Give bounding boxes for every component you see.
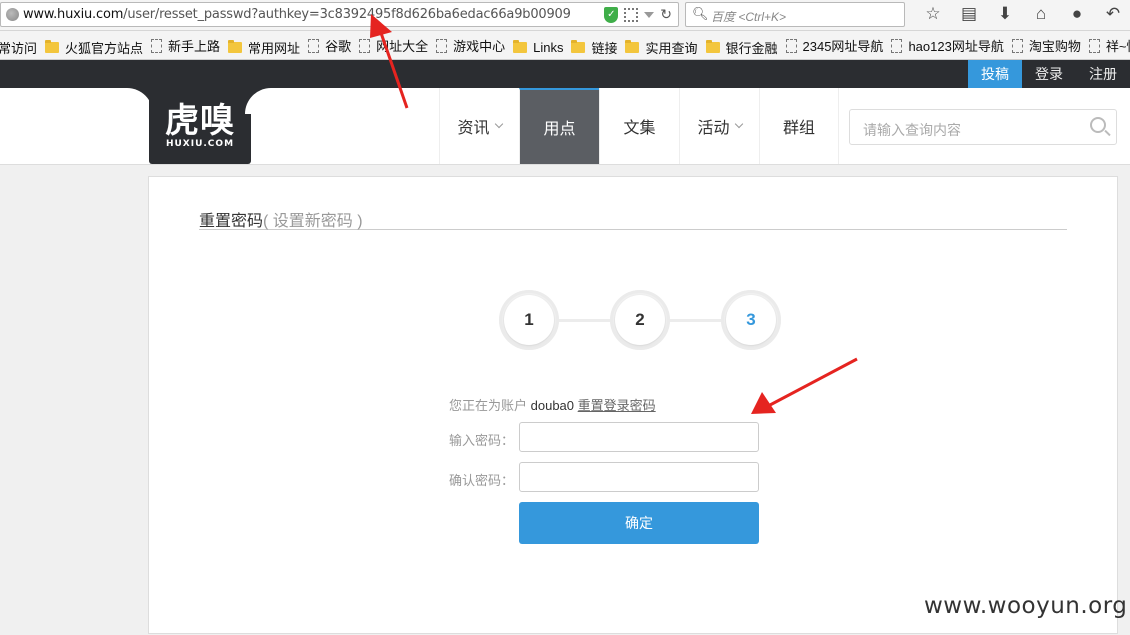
bookmark-label: Links: [533, 39, 564, 55]
folder-icon: [228, 39, 243, 53]
main-nav: 资讯 用点 文集 活动 群组: [439, 88, 839, 164]
qr-code-icon[interactable]: [624, 7, 639, 22]
search-icon[interactable]: [1090, 117, 1106, 133]
nav-item-events[interactable]: 活动: [679, 88, 759, 164]
step-connector: [669, 319, 723, 322]
home-icon[interactable]: ⌂: [1023, 3, 1059, 27]
bookmark-label: 淘宝购物: [1028, 39, 1081, 54]
browser-toolbar: www.huxiu.com/user/resset_passwd?authkey…: [0, 0, 1130, 31]
shield-icon[interactable]: ✓: [604, 6, 619, 23]
page-subtitle: ( 设置新密码 ): [263, 213, 363, 230]
submit-button[interactable]: 确定: [519, 502, 759, 544]
site-logo[interactable]: 虎嗅 HUXIU.COM: [123, 88, 275, 165]
confirm-password-input[interactable]: [519, 462, 759, 492]
bookmark-item[interactable]: 网址大全: [359, 31, 429, 59]
logo-text: 虎嗅: [165, 101, 235, 141]
account-name: douba0: [530, 398, 575, 413]
reset-password-card: 重置密码( 设置新密码 ) 1 2 3 您正在为账户 douba0 重置登录密码…: [148, 176, 1118, 634]
chevron-down-icon: [494, 119, 503, 129]
site-header: 虎嗅 HUXIU.COM 资讯 用点 文集 活动 群组 请输入查询内容: [0, 88, 1130, 165]
bookmark-label: 常访问: [0, 40, 38, 56]
nav-item-collections[interactable]: 文集: [599, 88, 679, 164]
step-3: 3: [721, 290, 781, 350]
bookmark-label: 网址大全: [376, 39, 429, 54]
bookmark-item[interactable]: 新手上路: [151, 31, 221, 59]
watermark: www.wooyun.org: [924, 593, 1128, 619]
page-icon: [1011, 38, 1023, 53]
page-icon: [151, 38, 163, 53]
address-bar[interactable]: www.huxiu.com/user/resset_passwd?authkey…: [0, 2, 679, 27]
confirm-password-label: 确认密码：: [449, 473, 515, 488]
folder-icon: [513, 39, 528, 53]
star-icon[interactable]: ☆: [915, 3, 951, 27]
search-icon: 🔍︎: [692, 6, 709, 21]
step-1: 1: [499, 290, 559, 350]
bookmark-item[interactable]: 常用网址: [228, 33, 301, 60]
folder-icon: [45, 39, 60, 53]
bookmark-item[interactable]: 常访问: [0, 33, 38, 60]
password-label: 输入密码：: [449, 433, 515, 448]
bookmark-label: 火狐官方站点: [65, 40, 144, 56]
bookmarks-bar: 常访问 火狐官方站点 新手上路 常用网址 谷歌 网址大全 游戏中心 Links 链接 实用查询 银行…: [0, 31, 1130, 60]
bookmark-label: hao123网址导航: [908, 39, 1004, 54]
browser-search-box[interactable]: 🔍︎ 百度 <Ctrl+K>: [685, 2, 905, 27]
bookmark-item[interactable]: hao123网址导航: [891, 31, 1004, 59]
browser-search-placeholder: 百度 <Ctrl+K>: [711, 10, 787, 24]
page-icon: [359, 38, 371, 53]
nav-item-yongdian[interactable]: 用点: [519, 88, 599, 164]
reset-password-link[interactable]: 重置登录密码: [578, 398, 656, 413]
dropdown-arrow-icon[interactable]: [644, 11, 655, 18]
page-icon: [308, 38, 320, 53]
bookmark-item[interactable]: 银行金融: [705, 33, 778, 60]
bookmark-item[interactable]: 谷歌: [308, 31, 352, 59]
page-icon: [436, 38, 448, 53]
register-link[interactable]: 注册: [1076, 60, 1130, 88]
page-icon: [785, 38, 797, 53]
bookmark-item[interactable]: 祥~怡 [http: [1088, 31, 1130, 59]
bookmark-item[interactable]: Links: [513, 33, 564, 60]
account-notice: 您正在为账户 douba0 重置登录密码: [449, 398, 656, 413]
nav-item-groups[interactable]: 群组: [759, 88, 839, 164]
chat-icon[interactable]: ●: [1059, 3, 1095, 27]
url-text[interactable]: www.huxiu.com/user/resset_passwd?authkey…: [23, 7, 571, 22]
step-2: 2: [610, 290, 670, 350]
site-topbar: 投稿 登录 注册: [0, 60, 1130, 88]
bookmark-label: 实用查询: [645, 40, 698, 56]
globe-icon: [6, 8, 19, 21]
bookmark-label: 祥~怡 [http: [1105, 39, 1130, 54]
reload-icon[interactable]: ↻: [660, 6, 672, 23]
bookmark-label: 银行金融: [725, 40, 778, 56]
site-search-input[interactable]: 请输入查询内容: [849, 109, 1117, 145]
nav-item-news[interactable]: 资讯: [439, 88, 519, 164]
folder-icon: [625, 39, 640, 53]
reading-list-icon[interactable]: ▤: [951, 3, 987, 27]
site-search-placeholder: 请输入查询内容: [863, 122, 961, 138]
bookmark-label: 常用网址: [248, 40, 301, 56]
bookmark-item[interactable]: 游戏中心: [436, 31, 506, 59]
chevron-down-icon: [734, 119, 743, 129]
bookmark-label: 谷歌: [325, 39, 352, 54]
download-icon[interactable]: ⬇: [987, 3, 1023, 27]
bookmark-label: 链接: [591, 40, 618, 56]
login-link[interactable]: 登录: [1022, 60, 1076, 88]
bookmark-label: 游戏中心: [453, 39, 506, 54]
bookmark-label: 2345网址导航: [802, 39, 884, 54]
folder-icon: [571, 39, 586, 53]
contribute-link[interactable]: 投稿: [968, 60, 1022, 88]
bookmark-item[interactable]: 链接: [571, 33, 618, 60]
page-icon: [1088, 38, 1100, 53]
step-connector: [558, 319, 612, 322]
back-icon[interactable]: ↶: [1095, 3, 1130, 27]
bookmark-item[interactable]: 实用查询: [625, 33, 698, 60]
bookmark-item[interactable]: 淘宝购物: [1011, 31, 1081, 59]
password-input[interactable]: [519, 422, 759, 452]
bookmark-label: 新手上路: [168, 39, 221, 54]
bookmark-item[interactable]: 火狐官方站点: [45, 33, 144, 60]
folder-icon: [705, 39, 720, 53]
bookmark-item[interactable]: 2345网址导航: [785, 31, 884, 59]
page-icon: [891, 38, 903, 53]
page-title: 重置密码( 设置新密码 ): [199, 207, 1067, 230]
logo-subtext: HUXIU.COM: [165, 139, 235, 149]
